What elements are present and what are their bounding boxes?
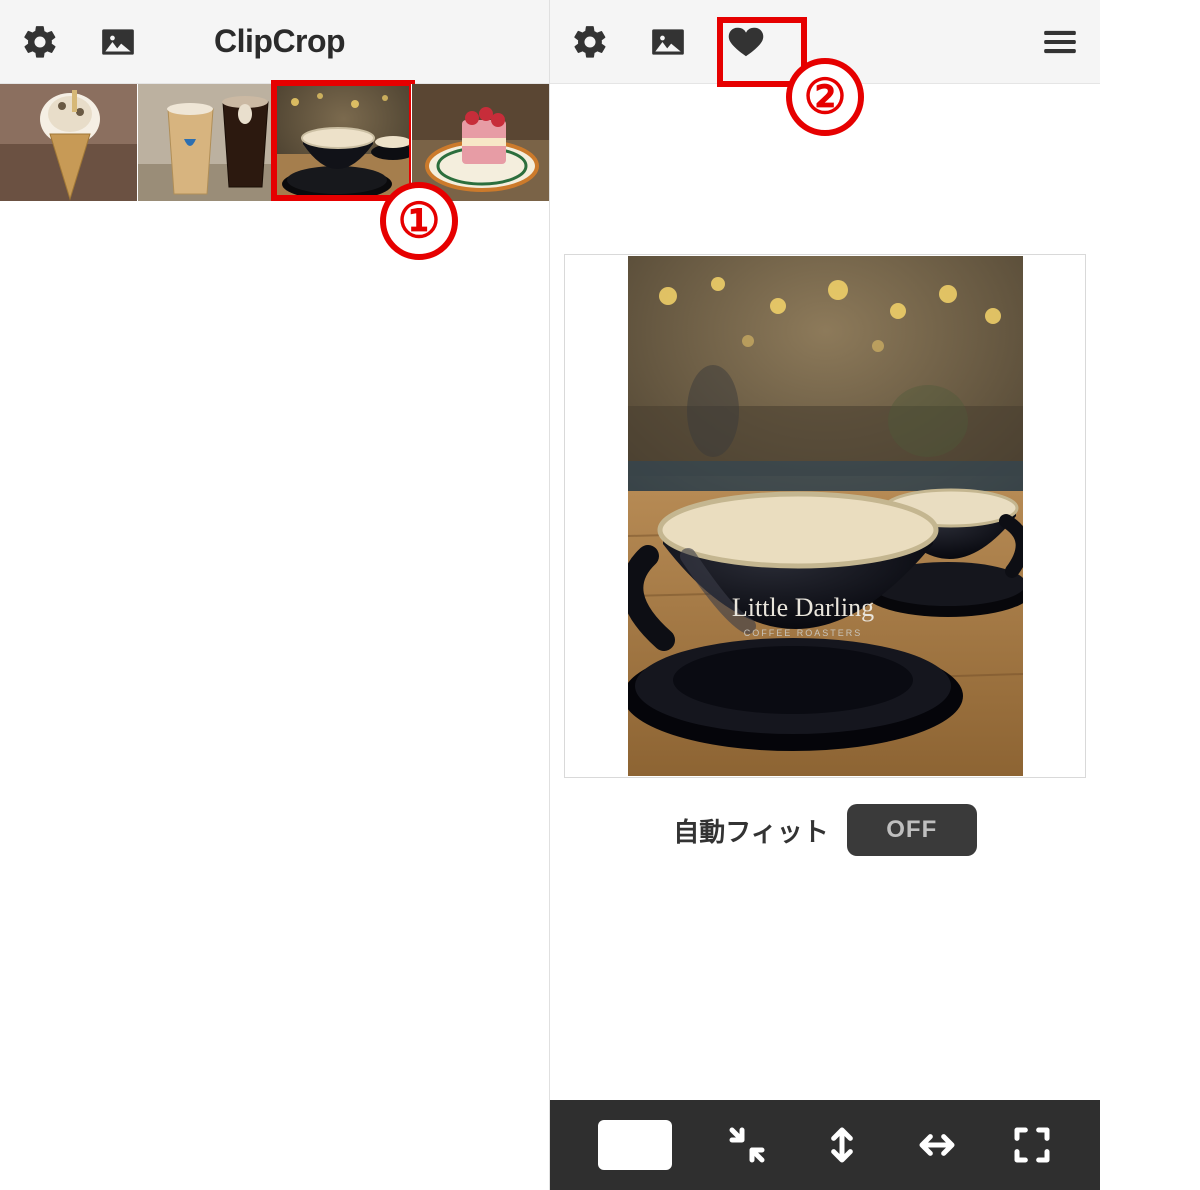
screen-editor: ② bbox=[550, 0, 1100, 1190]
menu-icon[interactable] bbox=[1038, 20, 1082, 64]
preview-image: Little Darling COFFEE ROASTERS bbox=[628, 256, 1023, 776]
thumbnail-item[interactable] bbox=[0, 84, 137, 201]
gear-icon[interactable] bbox=[568, 20, 612, 64]
screen-gallery: ClipCrop bbox=[0, 0, 550, 1190]
annotation-badge-2: ② bbox=[786, 58, 864, 136]
auto-fit-label: 自動フィット bbox=[673, 812, 828, 849]
preview-canvas[interactable]: Little Darling COFFEE ROASTERS bbox=[564, 254, 1086, 778]
annotation-badge-1-label: ① bbox=[397, 193, 440, 249]
annotation-badge-1: ① bbox=[380, 182, 458, 260]
svg-text:COFFEE ROASTERS: COFFEE ROASTERS bbox=[743, 628, 862, 638]
shrink-icon[interactable] bbox=[727, 1125, 767, 1165]
image-icon[interactable] bbox=[96, 20, 140, 64]
topbar-left: ClipCrop bbox=[0, 0, 549, 84]
arrows-vertical-icon[interactable] bbox=[822, 1125, 862, 1165]
annotation-badge-2-label: ② bbox=[803, 69, 846, 125]
thumbnail-strip bbox=[0, 84, 549, 201]
gear-icon[interactable] bbox=[18, 20, 62, 64]
auto-fit-row: 自動フィット OFF bbox=[673, 804, 976, 856]
auto-fit-toggle[interactable]: OFF bbox=[847, 804, 977, 856]
bottom-toolbar bbox=[550, 1100, 1100, 1190]
expand-corners-icon[interactable] bbox=[1012, 1125, 1052, 1165]
aspect-ratio-button[interactable] bbox=[598, 1120, 672, 1170]
auto-fit-value: OFF bbox=[886, 816, 937, 844]
image-icon[interactable] bbox=[646, 20, 690, 64]
thumbnail-item-selected[interactable] bbox=[274, 84, 411, 201]
cup-brand-label: Little Darling bbox=[731, 593, 873, 622]
app-title: ClipCrop bbox=[214, 23, 345, 60]
arrows-horizontal-icon[interactable] bbox=[917, 1125, 957, 1165]
thumbnail-item[interactable] bbox=[137, 84, 274, 201]
preview-area: Little Darling COFFEE ROASTERS 自動フィット OF… bbox=[550, 84, 1100, 856]
